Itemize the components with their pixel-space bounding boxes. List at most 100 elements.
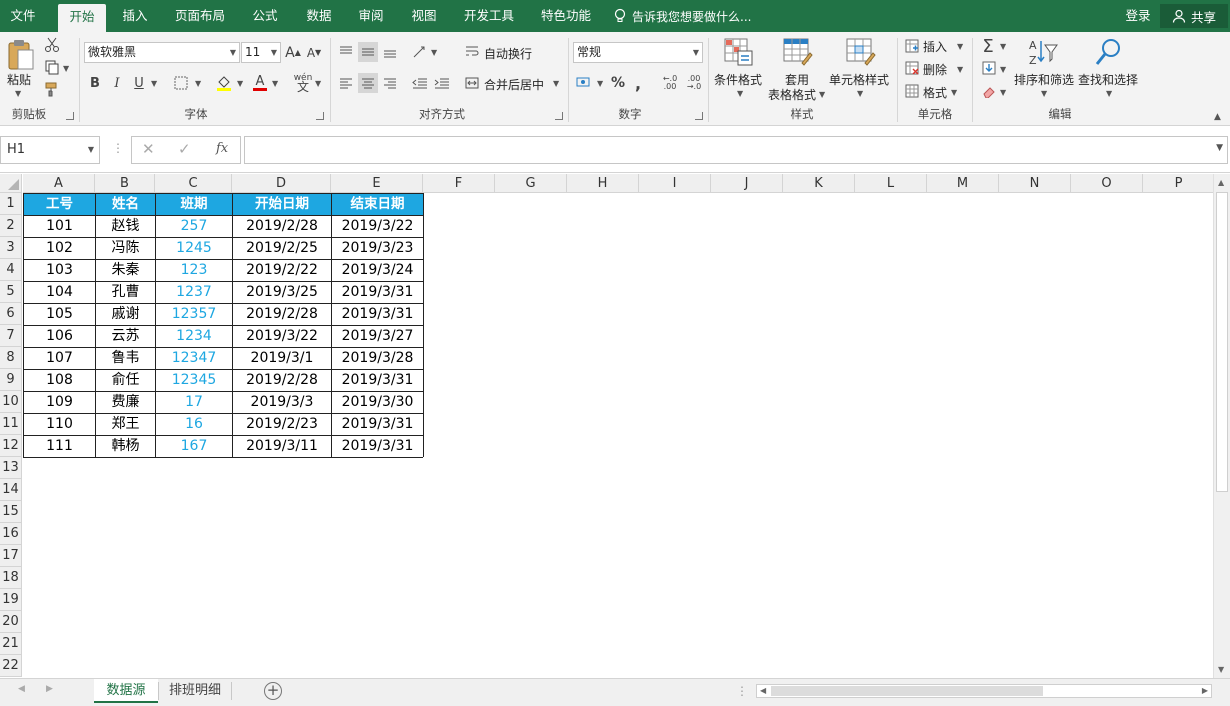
underline-dropdown-icon[interactable]: ▼	[151, 79, 157, 88]
scroll-thumb[interactable]	[1216, 192, 1228, 492]
merge-center-button[interactable]: 合并后居中	[484, 76, 544, 93]
scroll-right-icon[interactable]: ▶	[1202, 686, 1208, 695]
border-dropdown-icon[interactable]: ▼	[195, 79, 201, 88]
comma-button[interactable]: ,	[631, 73, 645, 93]
conditional-format-dropdown-icon[interactable]: ▼	[737, 89, 743, 98]
format-cells-dropdown-icon[interactable]: ▼	[951, 88, 957, 97]
tab-special[interactable]: 特色功能	[533, 0, 599, 32]
fill-down-dropdown-icon[interactable]: ▼	[1000, 65, 1006, 74]
clear-eraser-icon[interactable]	[980, 82, 998, 100]
find-select-dropdown-icon[interactable]: ▼	[1106, 89, 1112, 98]
next-sheet-icon[interactable]: ▶	[46, 684, 53, 694]
percent-button[interactable]: %	[609, 73, 627, 93]
wrap-text-button[interactable]: 自动换行	[484, 45, 532, 62]
tab-file[interactable]: 文件	[0, 0, 46, 32]
align-top-icon[interactable]	[336, 42, 356, 62]
phonetic-dropdown-icon[interactable]: ▼	[315, 79, 321, 88]
format-cells-icon[interactable]	[903, 82, 921, 100]
clipboard-launcher-icon[interactable]	[66, 112, 74, 120]
collapse-ribbon-icon[interactable]: ▲	[1214, 112, 1221, 122]
border-icon[interactable]	[172, 73, 190, 93]
number-launcher-icon[interactable]	[695, 112, 703, 120]
copy-icon[interactable]	[42, 58, 62, 76]
insert-cells-icon[interactable]	[903, 37, 921, 55]
insert-cells-dropdown-icon[interactable]: ▼	[957, 42, 963, 51]
name-box[interactable]: H1 ▼	[0, 136, 100, 164]
insert-cells-button[interactable]: 插入	[923, 38, 947, 55]
cell-styles-dropdown-icon[interactable]: ▼	[857, 89, 863, 98]
phonetic-icon[interactable]: wén 文	[292, 72, 314, 94]
cancel-icon[interactable]: ✕	[142, 140, 155, 158]
sort-filter-dropdown-icon[interactable]: ▼	[1041, 89, 1047, 98]
delete-cells-icon[interactable]	[903, 59, 921, 77]
tab-insert[interactable]: 插入	[114, 0, 156, 32]
find-select-button[interactable]: 查找和选择	[1078, 71, 1138, 88]
underline-button[interactable]: U	[130, 73, 148, 93]
tab-formulas[interactable]: 公式	[244, 0, 286, 32]
conditional-format-icon[interactable]	[723, 37, 755, 67]
tab-home[interactable]: 开始	[58, 4, 106, 32]
increase-decimal-icon[interactable]: ←.0.00	[660, 73, 680, 93]
sort-filter-icon[interactable]: AZ	[1027, 37, 1059, 67]
tab-developer[interactable]: 开发工具	[458, 0, 520, 32]
cut-icon[interactable]	[42, 36, 62, 54]
format-painter-icon[interactable]	[42, 80, 62, 98]
sheet-tab-schedule[interactable]: 排班明细	[160, 679, 230, 703]
align-left-icon[interactable]	[336, 73, 356, 93]
font-name-combo[interactable]: 微软雅黑 ▼	[84, 42, 240, 63]
tab-page-layout[interactable]: 页面布局	[168, 0, 232, 32]
scroll-down-icon[interactable]: ▼	[1218, 665, 1224, 674]
orientation-dropdown-icon[interactable]: ▼	[431, 48, 437, 57]
align-right-icon[interactable]	[380, 73, 400, 93]
italic-button[interactable]: I	[108, 73, 126, 93]
number-format-combo[interactable]: 常规 ▼	[573, 42, 703, 63]
formula-input[interactable]: ▼	[244, 136, 1228, 164]
cell-styles-icon[interactable]	[845, 37, 877, 67]
worksheet-grid[interactable]: ABCDEFGHIJKLMNOP 1 2 3 4 5 6 7 8 9 10 11 12 13 14 15 16…	[0, 174, 1213, 678]
sheet-tab-data-source[interactable]: 数据源	[94, 679, 158, 703]
prev-sheet-icon[interactable]: ◀	[18, 684, 25, 694]
tab-review[interactable]: 审阅	[350, 0, 392, 32]
cell-styles-button[interactable]: 单元格样式	[829, 71, 889, 88]
delete-cells-button[interactable]: 删除	[923, 61, 947, 78]
increase-indent-icon[interactable]	[432, 73, 452, 93]
font-size-combo[interactable]: 11 ▼	[241, 42, 281, 63]
align-bottom-icon[interactable]	[380, 42, 400, 62]
alignment-launcher-icon[interactable]	[555, 112, 563, 120]
split-handle-icon[interactable]: ⋮	[736, 684, 748, 698]
align-middle-icon[interactable]	[358, 42, 378, 62]
conditional-format-button[interactable]: 条件格式	[714, 71, 762, 88]
fill-down-icon[interactable]	[980, 59, 998, 77]
delete-cells-dropdown-icon[interactable]: ▼	[957, 65, 963, 74]
scroll-up-icon[interactable]: ▲	[1218, 178, 1224, 187]
table-format-dropdown-icon[interactable]: ▼	[819, 90, 825, 99]
paste-dropdown-icon[interactable]: ▼	[15, 89, 21, 98]
confirm-icon[interactable]: ✓	[178, 140, 191, 158]
paste-button[interactable]: 粘贴	[7, 71, 31, 88]
clear-dropdown-icon[interactable]: ▼	[1000, 88, 1006, 97]
bold-button[interactable]: B	[86, 73, 104, 93]
scroll-left-icon[interactable]: ◀	[760, 686, 766, 695]
fill-color-dropdown-icon[interactable]: ▼	[237, 79, 243, 88]
h-scroll-thumb[interactable]	[771, 686, 1043, 696]
drag-handle-icon[interactable]: ⋮	[112, 141, 124, 155]
copy-dropdown-icon[interactable]: ▼	[63, 64, 69, 73]
tab-view[interactable]: 视图	[403, 0, 445, 32]
accounting-icon[interactable]	[574, 73, 594, 93]
horizontal-scrollbar[interactable]: ◀ ▶	[756, 684, 1212, 698]
fill-color-icon[interactable]	[214, 73, 234, 93]
align-center-icon[interactable]	[358, 73, 378, 93]
merge-dropdown-icon[interactable]: ▼	[553, 79, 559, 88]
shrink-font-icon[interactable]: A ▼	[305, 42, 323, 63]
grow-font-icon[interactable]: A ▲	[284, 42, 302, 63]
vertical-scrollbar[interactable]: ▲ ▼	[1213, 174, 1230, 678]
orientation-icon[interactable]	[410, 42, 430, 62]
accounting-dropdown-icon[interactable]: ▼	[597, 79, 603, 88]
font-color-icon[interactable]: A	[250, 73, 270, 93]
table-format-button-line2[interactable]: 表格格式	[768, 86, 816, 103]
sort-filter-button[interactable]: 排序和筛选	[1014, 71, 1074, 88]
add-sheet-icon[interactable]: +	[264, 682, 282, 700]
format-cells-button[interactable]: 格式	[923, 84, 947, 101]
find-select-icon[interactable]	[1093, 37, 1125, 67]
expand-formula-icon[interactable]: ▼	[1216, 143, 1223, 153]
